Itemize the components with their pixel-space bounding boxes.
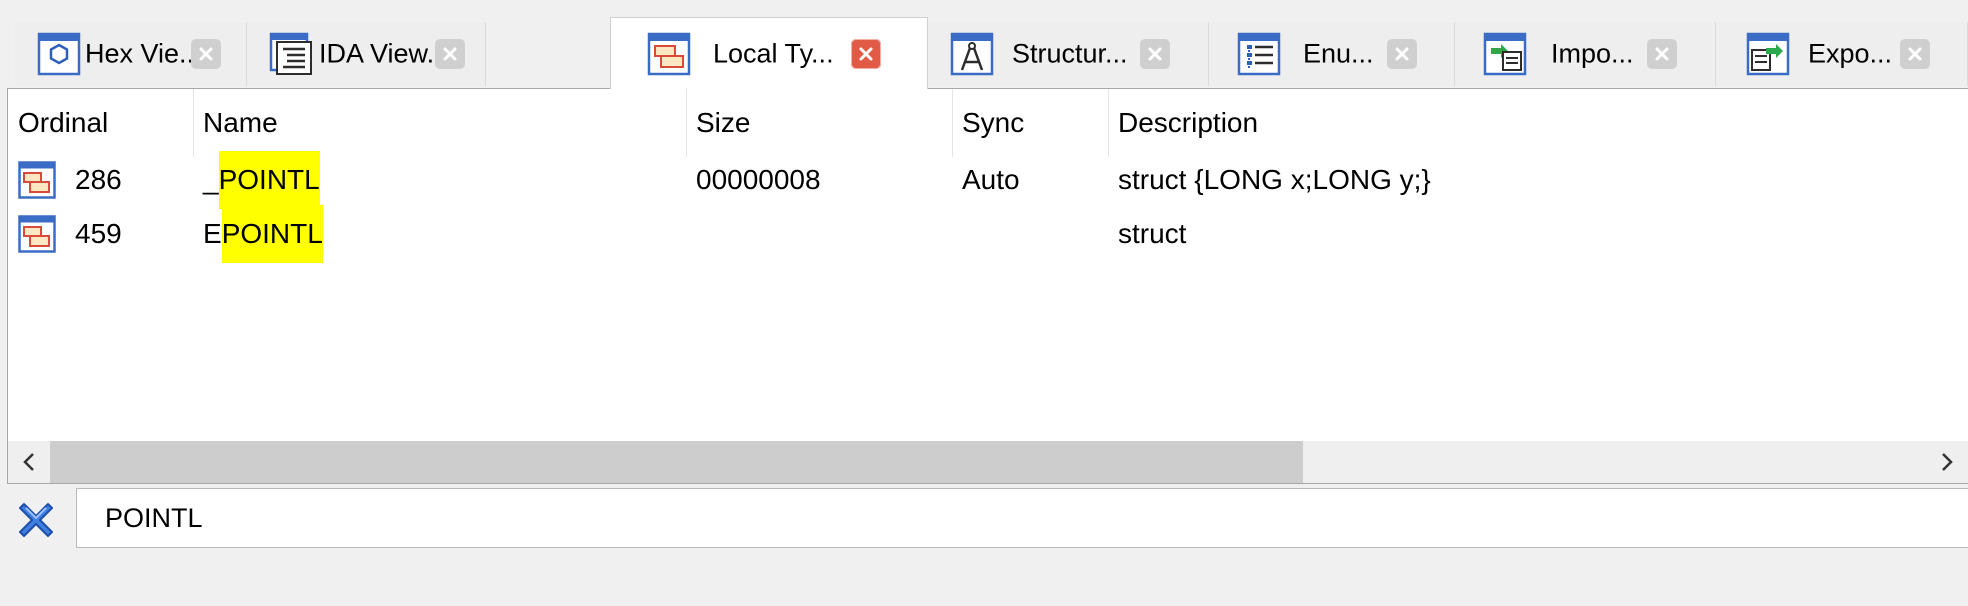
tab-ida-view[interactable]: IDA View... (247, 22, 486, 86)
cell-ordinal: 459 (75, 218, 122, 249)
column-header-size[interactable]: Size (686, 89, 952, 157)
table-row[interactable]: 459 E POINTL struct (8, 205, 1968, 263)
cell-size: 00000008 (696, 164, 821, 195)
exports-icon (1746, 32, 1790, 76)
close-icon[interactable] (1647, 39, 1677, 69)
cell-name: E POINTL (203, 205, 323, 263)
search-match-highlight: POINTL (218, 151, 320, 209)
ida-view-icon (269, 32, 313, 76)
tab-enums[interactable]: Enu... (1209, 22, 1455, 86)
table-row[interactable]: 286 _ POINTL 00000008 Auto struct {LONG x… (8, 151, 1968, 209)
local-type-icon (18, 161, 56, 199)
tab-label: Hex Vie... (85, 38, 202, 69)
structures-icon (950, 32, 994, 76)
tab-label: Impo... (1551, 38, 1634, 69)
tab-label: Enu... (1303, 38, 1374, 69)
close-icon[interactable] (1387, 39, 1417, 69)
cell-description: struct {LONG x;LONG y;} (1118, 164, 1431, 195)
enums-icon (1237, 32, 1281, 76)
tab-label: Expo... (1808, 38, 1893, 69)
local-types-icon (647, 32, 691, 76)
name-prefix: _ (203, 164, 219, 195)
tab-bar: Hex Vie... IDA View... Local Ty... Struc… (0, 0, 1968, 89)
cell-ordinal: 286 (75, 164, 122, 195)
horizontal-scrollbar[interactable] (8, 441, 1968, 483)
tab-label: Local Ty... (713, 38, 834, 68)
local-types-list[interactable]: Ordinal Name Size Sync Description 286 _… (7, 88, 1968, 484)
tab-label: IDA View... (319, 38, 450, 69)
search-match-highlight: POINTL (221, 205, 323, 263)
cell-name: _ POINTL (203, 151, 320, 209)
clear-filter-icon[interactable] (14, 498, 58, 542)
scrollbar-thumb[interactable] (50, 441, 1303, 483)
tab-hex-view[interactable]: Hex Vie... (15, 22, 247, 86)
tab-local-types[interactable]: Local Ty... (610, 17, 928, 89)
tab-label: Structur... (1012, 38, 1128, 69)
column-header-description[interactable]: Description (1108, 89, 1968, 157)
cell-description: struct (1118, 218, 1187, 249)
local-type-icon (18, 215, 56, 253)
column-header-ordinal[interactable]: Ordinal (8, 89, 193, 157)
tab-exports[interactable]: Expo... (1716, 22, 1968, 86)
column-header-sync[interactable]: Sync (952, 89, 1108, 157)
tab-imports[interactable]: Impo... (1455, 22, 1716, 86)
filter-input[interactable] (76, 488, 1968, 548)
close-icon[interactable] (191, 39, 221, 69)
tab-structures[interactable]: Structur... (928, 22, 1209, 86)
table-header: Ordinal Name Size Sync Description (8, 89, 1968, 157)
imports-icon (1483, 32, 1527, 76)
scroll-left-icon[interactable] (8, 441, 50, 483)
close-icon[interactable] (1900, 39, 1930, 69)
filter-bar (0, 484, 1968, 606)
hex-view-icon (37, 32, 81, 76)
column-header-name[interactable]: Name (193, 89, 686, 157)
close-icon[interactable] (435, 39, 465, 69)
name-prefix: E (203, 218, 222, 249)
cell-sync: Auto (962, 164, 1020, 195)
scroll-right-icon[interactable] (1926, 441, 1968, 483)
close-icon[interactable] (1140, 39, 1170, 69)
close-icon[interactable] (851, 38, 881, 69)
